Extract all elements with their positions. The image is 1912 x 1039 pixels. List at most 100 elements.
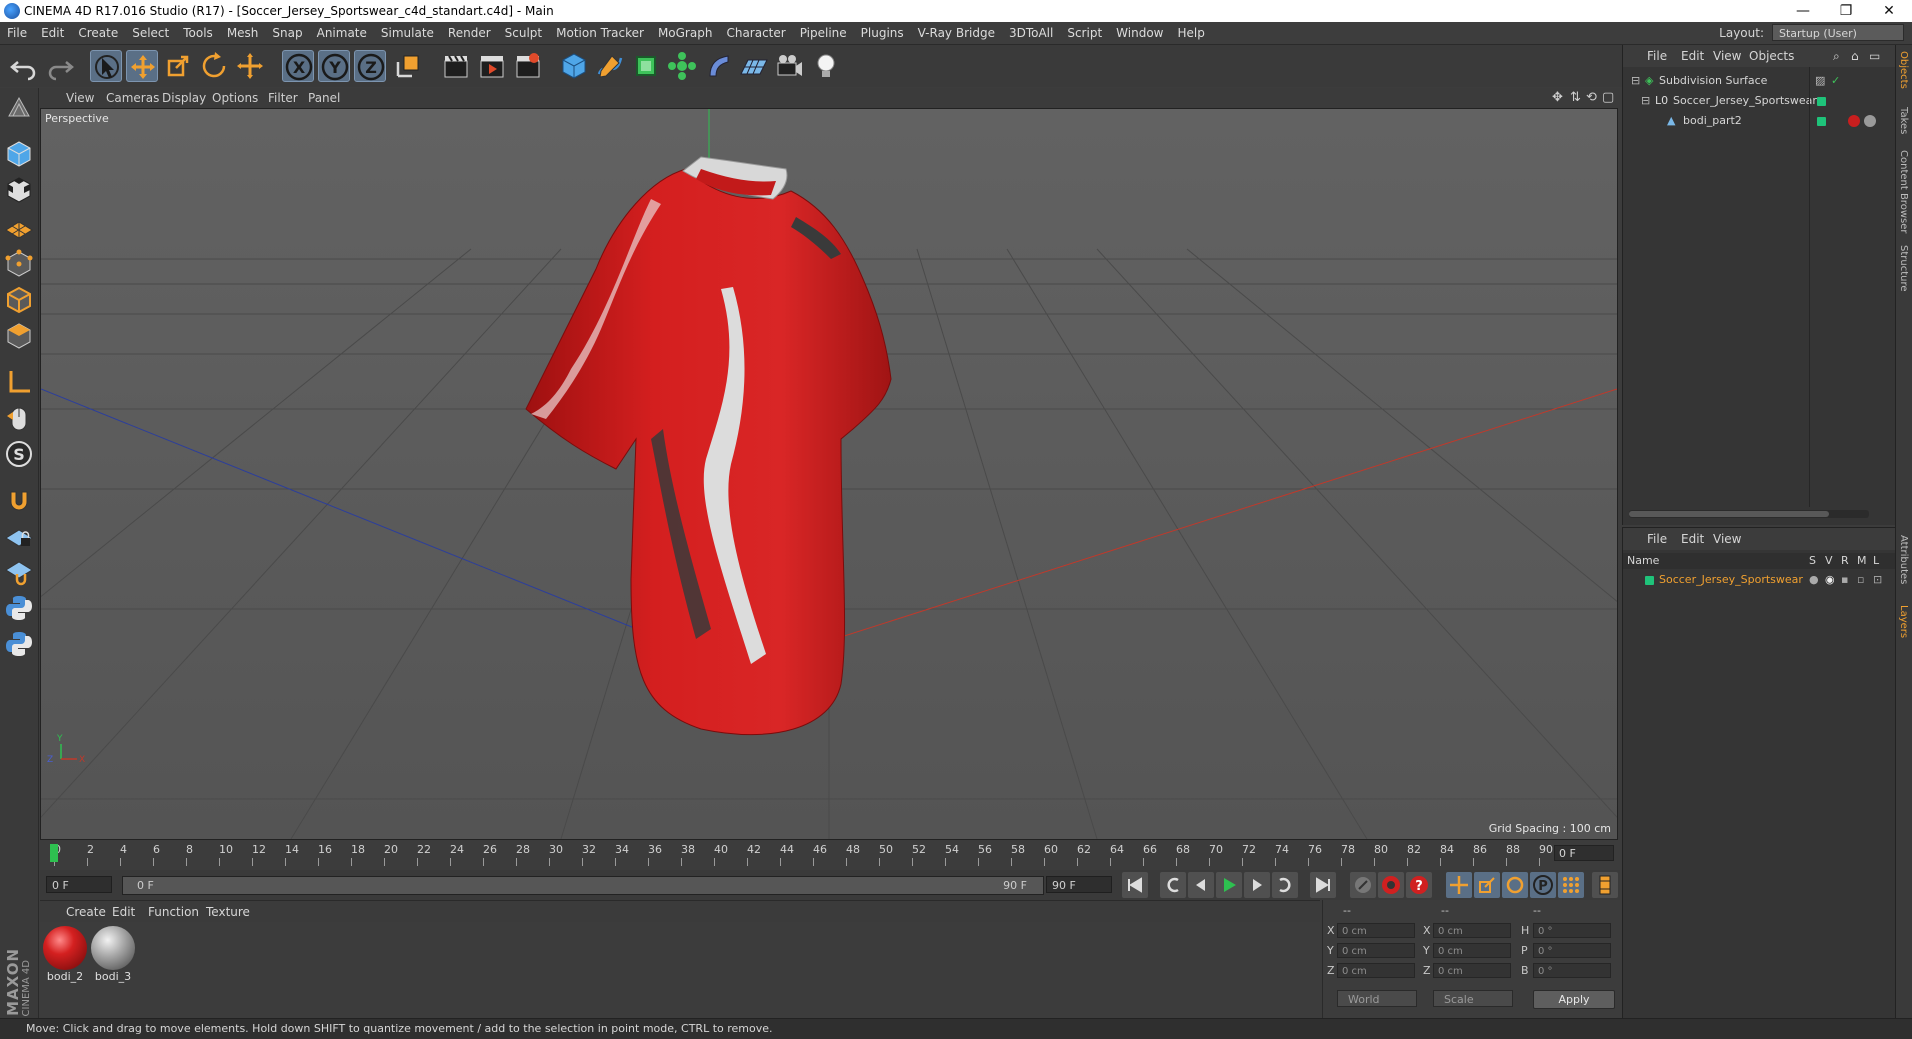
render-toggle-icon[interactable]: ▪ — [1841, 571, 1848, 589]
add-mograph-button[interactable] — [666, 50, 698, 82]
objects-menu-edit[interactable]: Edit — [1681, 45, 1704, 67]
start-frame-field[interactable]: 0 F — [46, 876, 112, 893]
python-script-button-2[interactable] — [3, 628, 35, 660]
axis-mode-button[interactable] — [3, 366, 35, 398]
prev-frame-button[interactable] — [1188, 872, 1214, 898]
objects-menu-view[interactable]: View — [1713, 45, 1741, 67]
edges-mode-button[interactable] — [3, 284, 35, 316]
key-parameter-button[interactable]: P — [1530, 872, 1556, 898]
viewport-menu-filter[interactable]: Filter — [268, 88, 298, 108]
menu-render[interactable]: Render — [441, 22, 498, 44]
viewport-menu-view[interactable]: View — [66, 88, 94, 108]
z-axis-lock-button[interactable]: Z — [354, 50, 386, 82]
layers-menu-file[interactable]: File — [1647, 528, 1667, 550]
key-pla-button[interactable] — [1558, 872, 1584, 898]
layer-color-icon[interactable] — [1817, 97, 1826, 106]
scale-tool-button[interactable] — [162, 50, 194, 82]
render-view-button[interactable] — [440, 50, 472, 82]
layer-row[interactable]: Soccer_Jersey_Sportswear ● ◉ ▪ ▫ ⊡ — [1623, 571, 1895, 589]
polygons-mode-button[interactable] — [3, 320, 35, 352]
search-icon[interactable]: ⌕ — [1833, 45, 1840, 67]
close-button[interactable]: ✕ — [1869, 1, 1909, 21]
home-icon[interactable]: ⌂ — [1851, 45, 1859, 67]
layout-select[interactable]: Startup (User) — [1772, 24, 1904, 41]
workplane-mode-button[interactable] — [3, 210, 35, 242]
material-bodi-3[interactable]: bodi_3 — [90, 926, 136, 983]
menu-tools[interactable]: Tools — [176, 22, 220, 44]
restore-button[interactable]: ❐ — [1826, 1, 1866, 21]
end-frame-field[interactable]: 90 F — [1046, 876, 1112, 893]
solo-mode-button[interactable]: S — [3, 438, 35, 470]
undo-button[interactable] — [8, 50, 40, 82]
coord-position-y[interactable]: 0 cm — [1337, 943, 1415, 958]
viewport-menu-cameras[interactable]: Cameras — [106, 88, 159, 108]
menu-pipeline[interactable]: Pipeline — [793, 22, 854, 44]
menu-animate[interactable]: Animate — [310, 22, 374, 44]
render-to-picture-viewer-button[interactable] — [476, 50, 508, 82]
viewport-rotate-icon[interactable]: ⟲ — [1586, 88, 1597, 108]
object-row-subdivision-surface[interactable]: ⊟ ◈ Subdivision Surface ▨ ✓ — [1623, 72, 1895, 90]
autokey-button[interactable] — [1378, 872, 1404, 898]
render-settings-button[interactable] — [512, 50, 544, 82]
new-window-icon[interactable]: ▭ — [1869, 45, 1880, 67]
viewport-menu-options[interactable]: Options — [212, 88, 258, 108]
tweak-mode-button[interactable] — [3, 402, 35, 434]
python-script-button-1[interactable] — [3, 592, 35, 624]
tab-content-browser[interactable]: Content Browser — [1898, 150, 1909, 233]
playhead[interactable] — [50, 844, 58, 862]
rotate-tool-button[interactable] — [198, 50, 230, 82]
menu-create[interactable]: Create — [71, 22, 125, 44]
timeline-ruler[interactable]: 0246810121416182022242628303234363840424… — [40, 840, 1620, 870]
viewport-dolly-icon[interactable]: ⇅ — [1570, 88, 1581, 108]
menu-edit[interactable]: Edit — [34, 22, 71, 44]
menu-select[interactable]: Select — [125, 22, 176, 44]
3d-viewport[interactable]: Y X Z Perspective Grid Spacing : 100 cm — [40, 108, 1618, 840]
layer-color-icon[interactable] — [1817, 117, 1826, 126]
snap-button[interactable] — [3, 484, 35, 516]
workplane-lock-button[interactable] — [3, 520, 35, 552]
add-subdivision-button[interactable] — [630, 50, 662, 82]
model-mode-button[interactable] — [3, 138, 35, 170]
y-axis-lock-button[interactable]: Y — [318, 50, 350, 82]
points-mode-button[interactable] — [3, 248, 35, 280]
add-deformer-button[interactable] — [702, 50, 734, 82]
layers-menu-view[interactable]: View — [1713, 528, 1741, 550]
menu-mesh[interactable]: Mesh — [220, 22, 266, 44]
add-cube-button[interactable] — [558, 50, 590, 82]
move-tool-button[interactable] — [126, 50, 158, 82]
layer-color-icon[interactable] — [1645, 576, 1654, 585]
coord-rotation-h[interactable]: 0 ° — [1533, 923, 1611, 938]
menu-file[interactable]: File — [0, 22, 34, 44]
object-row-bodi-part2[interactable]: ▲ bodi_part2 — [1623, 112, 1895, 130]
key-scale-button[interactable] — [1474, 872, 1500, 898]
material-menu-create[interactable]: Create — [66, 901, 106, 923]
texture-mode-button[interactable] — [3, 174, 35, 206]
frame-range-slider[interactable]: 0 F 90 F — [122, 876, 1044, 895]
tab-layers[interactable]: Layers — [1898, 605, 1909, 638]
viewport-menu-display[interactable]: Display — [162, 88, 206, 108]
menu-help[interactable]: Help — [1170, 22, 1211, 44]
minimize-button[interactable]: — — [1783, 1, 1823, 21]
last-tool-button[interactable] — [234, 50, 266, 82]
live-selection-button[interactable] — [90, 50, 122, 82]
coord-position-z[interactable]: 0 cm — [1337, 963, 1415, 978]
make-editable-button[interactable] — [3, 92, 35, 124]
timeline-current-frame[interactable]: 0 F — [1554, 845, 1614, 861]
coord-rotation-b[interactable]: 0 ° — [1533, 963, 1611, 978]
timeline-window-button[interactable] — [1592, 872, 1618, 898]
menu-script[interactable]: Script — [1060, 22, 1109, 44]
play-button[interactable] — [1216, 872, 1242, 898]
coord-position-x[interactable]: 0 cm — [1337, 923, 1415, 938]
goto-start-button[interactable] — [1122, 872, 1148, 898]
edit-toggle-icon[interactable]: ▨ — [1815, 72, 1825, 90]
keyframe-selection-button[interactable]: ? — [1406, 872, 1432, 898]
viewport-maximize-icon[interactable]: ▢ — [1602, 88, 1614, 108]
add-environment-button[interactable] — [738, 50, 770, 82]
key-rotation-button[interactable] — [1502, 872, 1528, 898]
layers-menu-edit[interactable]: Edit — [1681, 528, 1704, 550]
key-position-button[interactable] — [1446, 872, 1472, 898]
menu-character[interactable]: Character — [719, 22, 792, 44]
horizontal-scrollbar[interactable] — [1629, 510, 1869, 518]
collapse-icon[interactable]: ⊟ — [1631, 72, 1640, 90]
scrollbar-thumb[interactable] — [1629, 511, 1829, 517]
